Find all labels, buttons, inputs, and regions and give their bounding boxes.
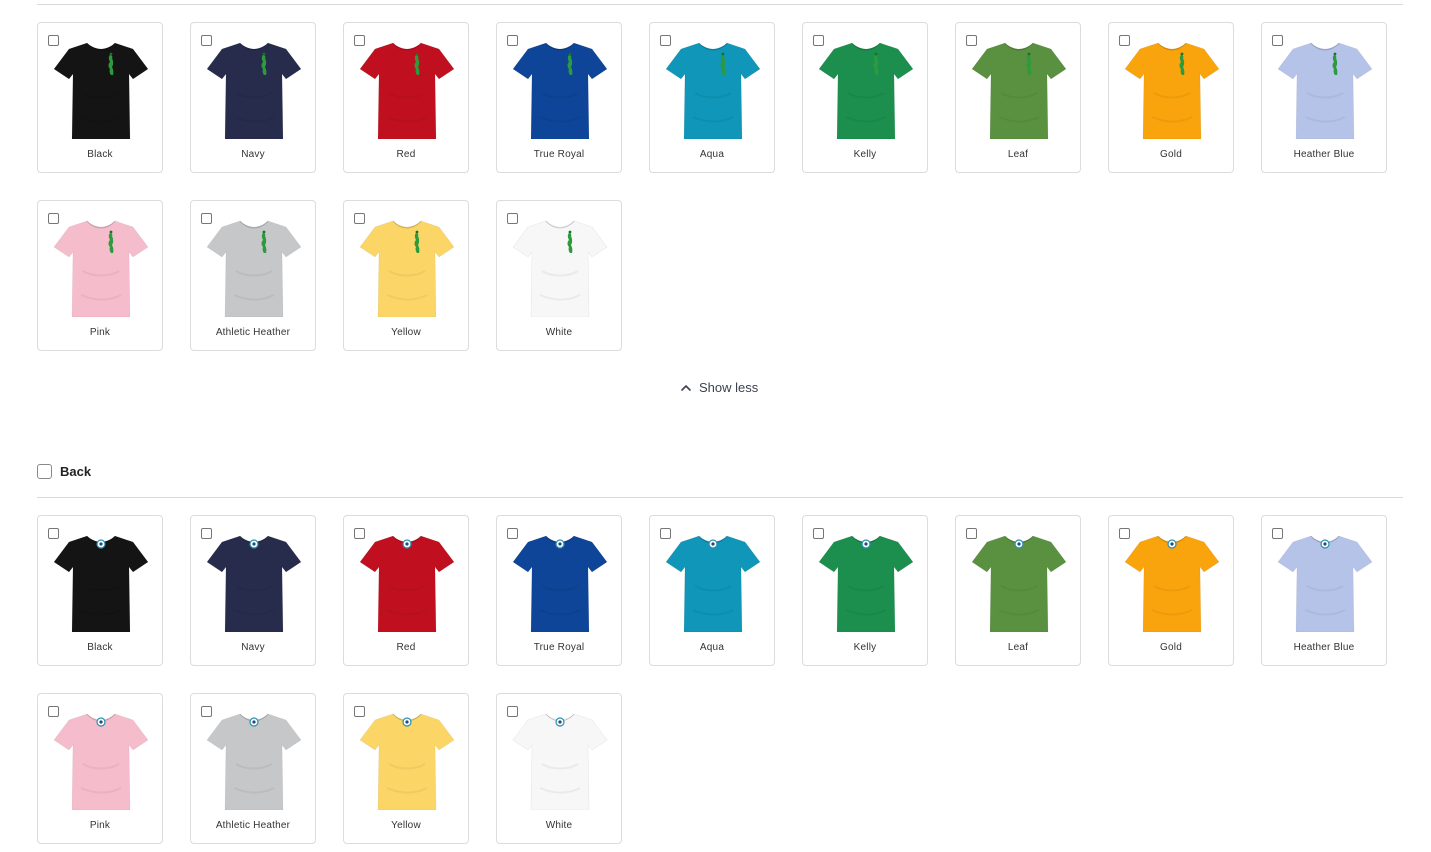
back-color-card[interactable]: Heather Blue	[1261, 515, 1387, 666]
show-less-button[interactable]: Show less	[680, 380, 758, 395]
round-logo-icon	[249, 717, 259, 727]
back-color-label: Pink	[89, 820, 111, 831]
back-divider	[37, 497, 1403, 498]
front-color-card[interactable]: Navy	[190, 22, 316, 173]
tshirt-icon	[818, 42, 914, 139]
tshirt-icon	[206, 535, 302, 632]
back-color-card[interactable]: Yellow	[343, 693, 469, 844]
back-color-card[interactable]: Pink	[37, 693, 163, 844]
back-color-card[interactable]: Kelly	[802, 515, 928, 666]
back-color-label: Leaf	[1007, 642, 1029, 653]
back-color-label: True Royal	[533, 642, 585, 653]
round-logo-icon	[861, 539, 871, 549]
tshirt-icon	[512, 713, 608, 810]
front-color-card[interactable]: Gold	[1108, 22, 1234, 173]
tshirt-icon	[1277, 42, 1373, 139]
tshirt-icon	[512, 535, 608, 632]
back-color-label: White	[545, 820, 573, 831]
back-color-label: Athletic Heather	[215, 820, 291, 831]
front-color-card[interactable]: True Royal	[496, 22, 622, 173]
show-less-label: Show less	[699, 380, 759, 395]
tshirt-icon	[512, 42, 608, 139]
back-color-label: Red	[396, 642, 416, 653]
front-color-card[interactable]: Red	[343, 22, 469, 173]
front-color-card[interactable]: Leaf	[955, 22, 1081, 173]
tshirt-icon	[1124, 535, 1220, 632]
round-logo-icon	[96, 539, 106, 549]
front-color-card[interactable]: Yellow	[343, 200, 469, 351]
back-color-card[interactable]: Red	[343, 515, 469, 666]
front-color-label: Athletic Heather	[215, 327, 291, 338]
round-logo-icon	[1320, 539, 1330, 549]
tshirt-icon	[818, 535, 914, 632]
round-logo-icon	[708, 539, 718, 549]
back-color-label: Aqua	[699, 642, 725, 653]
tshirt-icon	[359, 535, 455, 632]
front-color-label: Aqua	[699, 149, 725, 160]
round-logo-icon	[96, 717, 106, 727]
back-color-card[interactable]: Black	[37, 515, 163, 666]
back-color-label: Black	[87, 642, 113, 653]
front-color-label: Heather Blue	[1293, 149, 1355, 160]
tshirt-icon	[206, 220, 302, 317]
tshirt-icon	[1124, 42, 1220, 139]
front-color-label: Navy	[241, 149, 265, 160]
front-color-label: Yellow	[391, 327, 421, 338]
back-color-label: Kelly	[853, 642, 877, 653]
round-logo-icon	[555, 539, 565, 549]
round-logo-icon	[1167, 539, 1177, 549]
tshirt-icon	[971, 42, 1067, 139]
back-color-card[interactable]: Aqua	[649, 515, 775, 666]
front-color-card[interactable]: Black	[37, 22, 163, 173]
back-color-card[interactable]: True Royal	[496, 515, 622, 666]
front-color-card[interactable]: Heather Blue	[1261, 22, 1387, 173]
tshirt-icon	[1277, 535, 1373, 632]
back-color-card[interactable]: Gold	[1108, 515, 1234, 666]
tshirt-icon	[359, 220, 455, 317]
tshirt-icon	[53, 220, 149, 317]
chevron-up-icon	[681, 384, 691, 391]
tshirt-icon	[206, 42, 302, 139]
back-color-card[interactable]: Navy	[190, 515, 316, 666]
tshirt-icon	[971, 535, 1067, 632]
back-section-label: Back	[60, 464, 92, 479]
round-logo-icon	[1014, 539, 1024, 549]
round-logo-icon	[249, 539, 259, 549]
front-color-card[interactable]: Aqua	[649, 22, 775, 173]
back-color-card[interactable]: White	[496, 693, 622, 844]
back-color-label: Navy	[241, 642, 265, 653]
front-color-label: Pink	[89, 327, 111, 338]
tshirt-icon	[359, 42, 455, 139]
round-logo-icon	[555, 717, 565, 727]
front-color-card[interactable]: Athletic Heather	[190, 200, 316, 351]
back-color-label: Heather Blue	[1293, 642, 1355, 653]
round-logo-icon	[402, 717, 412, 727]
back-color-card[interactable]: Leaf	[955, 515, 1081, 666]
front-color-label: Gold	[1160, 149, 1182, 160]
tshirt-icon	[665, 42, 761, 139]
tshirt-icon	[512, 220, 608, 317]
front-color-label: White	[545, 327, 573, 338]
front-color-label: Red	[396, 149, 416, 160]
back-color-label: Yellow	[391, 820, 421, 831]
front-color-card[interactable]: Kelly	[802, 22, 928, 173]
front-color-card[interactable]: Pink	[37, 200, 163, 351]
tshirt-icon	[665, 535, 761, 632]
round-logo-icon	[402, 539, 412, 549]
tshirt-icon	[53, 42, 149, 139]
front-color-label: Kelly	[853, 149, 877, 160]
tshirt-icon	[206, 713, 302, 810]
tshirt-icon	[53, 713, 149, 810]
back-color-card[interactable]: Athletic Heather	[190, 693, 316, 844]
front-color-label: Black	[87, 149, 113, 160]
back-checkbox[interactable]	[37, 464, 52, 479]
front-color-card[interactable]: White	[496, 200, 622, 351]
tshirt-icon	[53, 535, 149, 632]
back-color-label: Gold	[1160, 642, 1182, 653]
back-section-header: Back	[37, 464, 91, 479]
front-color-label: Leaf	[1007, 149, 1029, 160]
top-divider	[37, 4, 1403, 5]
front-color-label: True Royal	[533, 149, 585, 160]
tshirt-icon	[359, 713, 455, 810]
